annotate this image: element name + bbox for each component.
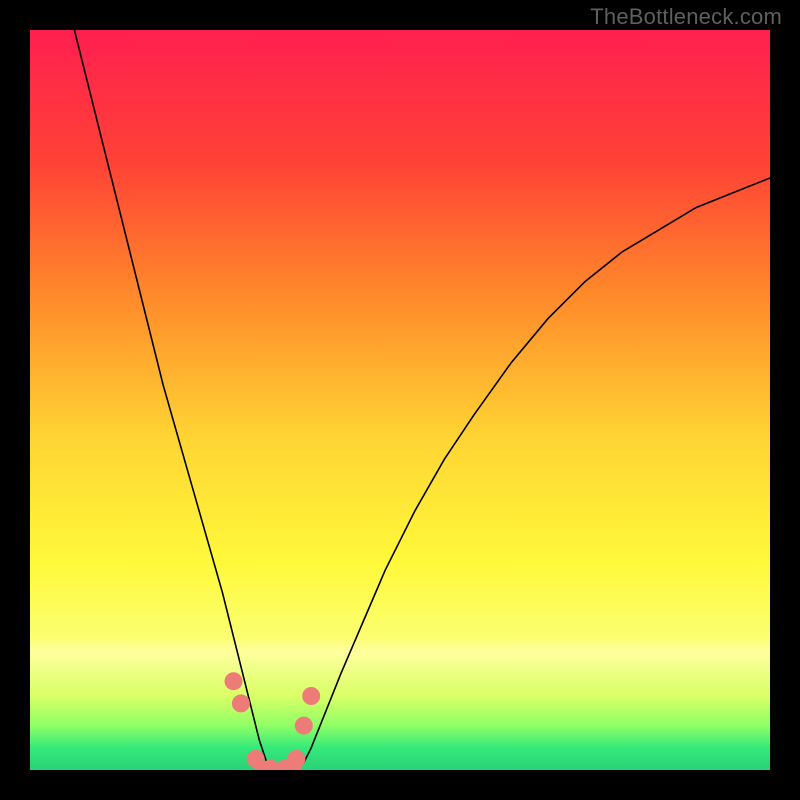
marker-dot xyxy=(287,750,305,768)
marker-dot xyxy=(225,672,243,690)
marker-dot xyxy=(302,687,320,705)
watermark-text: TheBottleneck.com xyxy=(590,4,782,30)
chart-frame: TheBottleneck.com xyxy=(0,0,800,800)
marker-dot xyxy=(247,750,265,768)
marker-dot xyxy=(295,717,313,735)
marker-dot xyxy=(232,694,250,712)
gradient-background xyxy=(30,30,770,770)
bottleneck-curve-chart xyxy=(30,30,770,770)
